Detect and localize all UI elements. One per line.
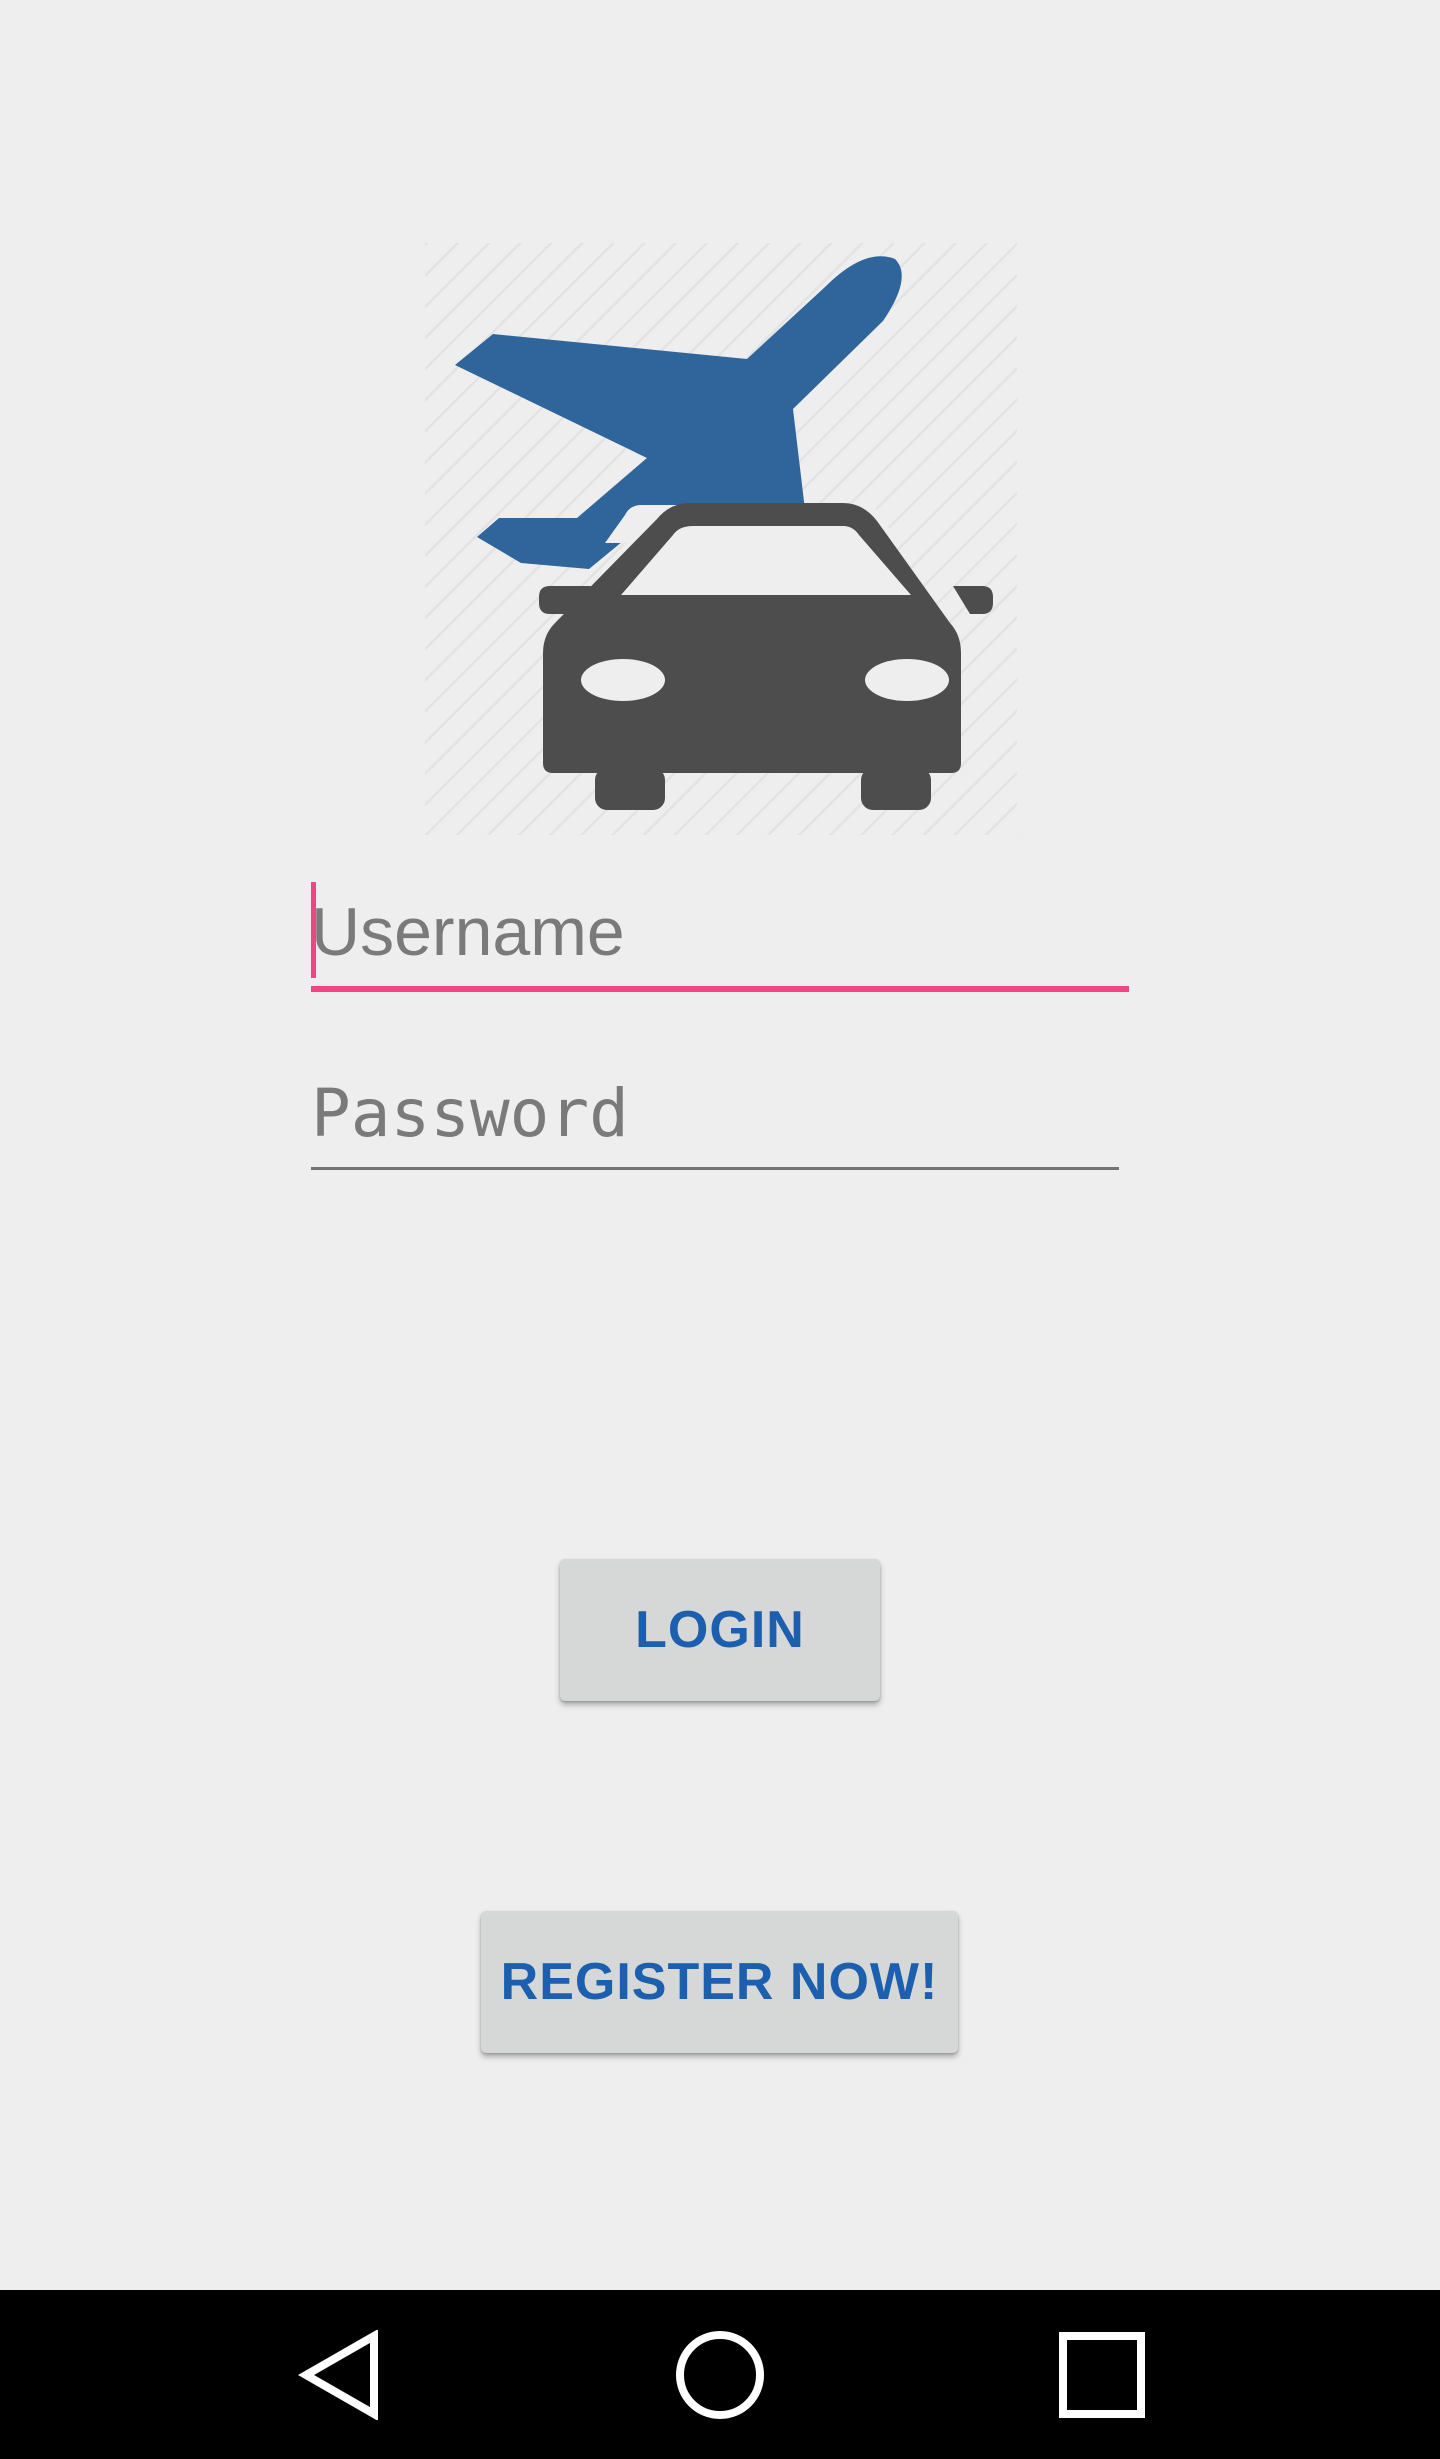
- system-navigation-bar: [0, 2290, 1440, 2459]
- register-now-button[interactable]: REGISTER NOW!: [481, 1911, 958, 2053]
- password-input[interactable]: [311, 1060, 1119, 1167]
- username-input[interactable]: [311, 878, 1129, 986]
- login-button[interactable]: LOGIN: [560, 1559, 880, 1701]
- app-logo: [425, 243, 1017, 835]
- back-button[interactable]: [240, 2290, 440, 2459]
- home-circle-icon: [676, 2330, 764, 2419]
- login-screen: LOGIN REGISTER NOW!: [0, 0, 1440, 2459]
- home-button[interactable]: [620, 2290, 820, 2459]
- username-field[interactable]: [311, 878, 1129, 992]
- recents-button[interactable]: [1002, 2290, 1202, 2459]
- back-triangle-icon: [298, 2329, 378, 2420]
- text-cursor: [311, 882, 316, 978]
- recents-square-icon: [1059, 2331, 1145, 2418]
- password-field[interactable]: [311, 1060, 1119, 1170]
- plane-and-car-logo: [425, 243, 1017, 835]
